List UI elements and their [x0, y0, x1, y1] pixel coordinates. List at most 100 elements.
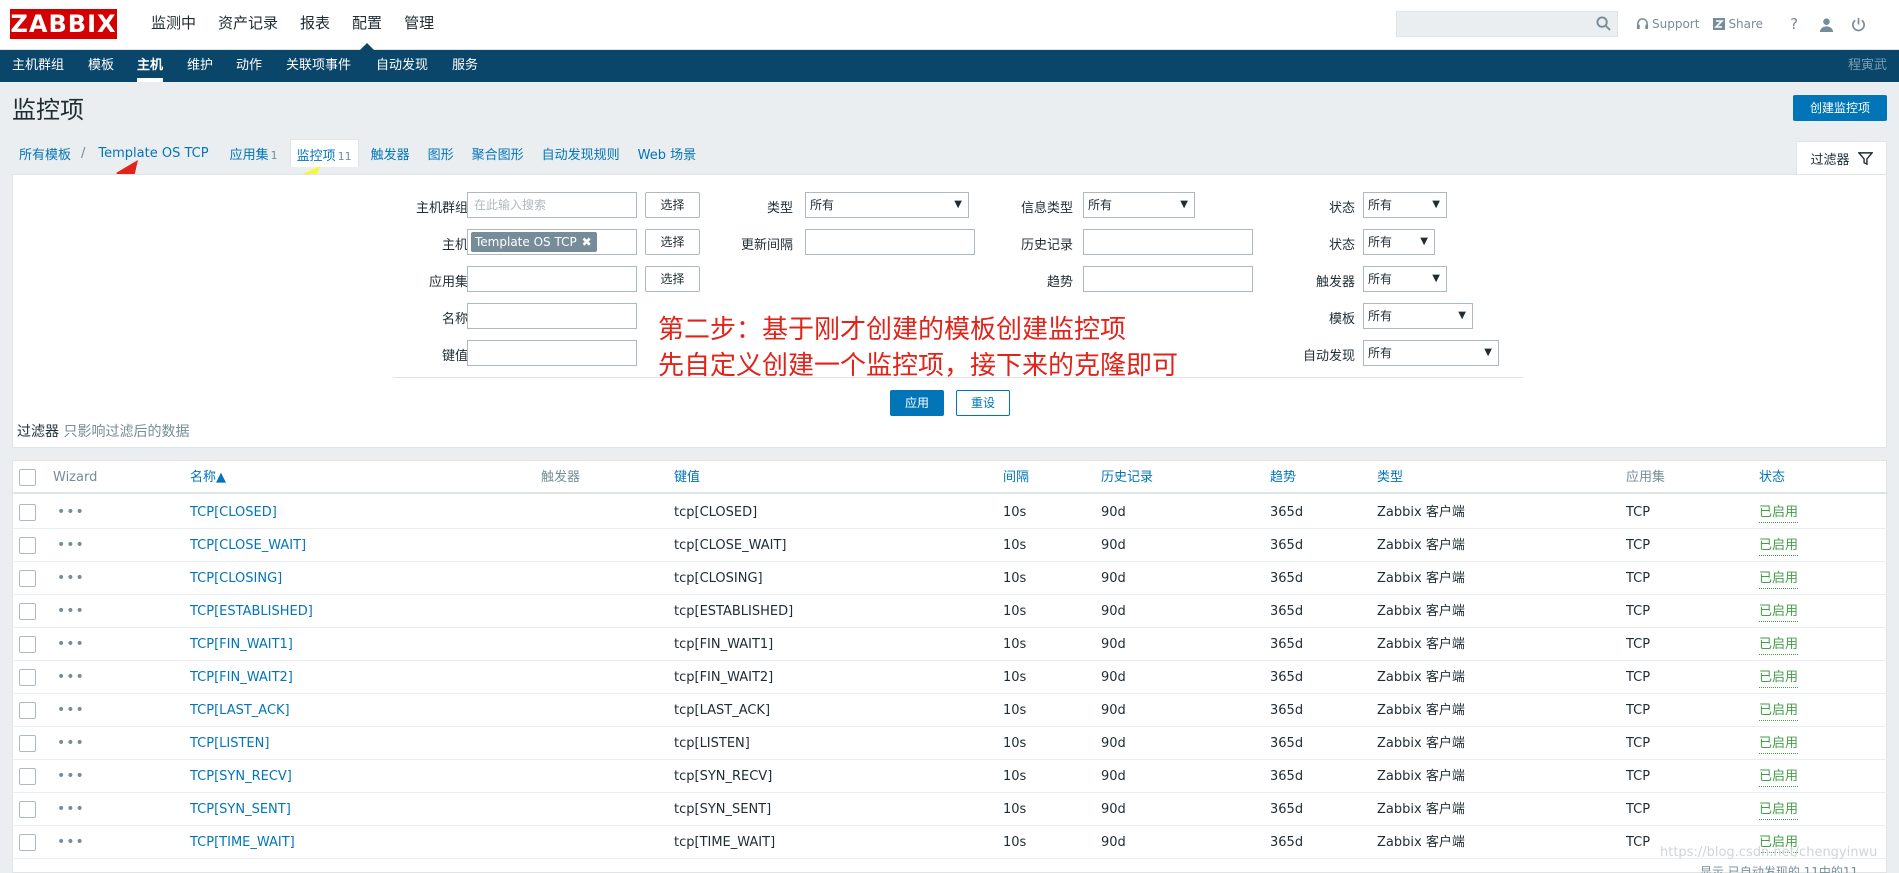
row-checkbox[interactable]: [19, 537, 36, 554]
info-type-label: 信息类型: [1020, 201, 1073, 216]
cell-status[interactable]: 已启用: [1759, 801, 1799, 820]
cell-type: Zabbix 客户端: [1377, 505, 1465, 520]
col-interval[interactable]: 间隔: [1003, 461, 1029, 494]
history-input[interactable]: [1083, 229, 1253, 255]
host-select-button[interactable]: 选择: [645, 229, 700, 255]
table-row: ••• TCP[FIN_WAIT1] tcp[FIN_WAIT1] 10s 90d 365…: [13, 628, 1888, 661]
application-input[interactable]: [467, 266, 637, 292]
template-select[interactable]: 所有 ▼: [1363, 303, 1473, 329]
cell-app: TCP: [1626, 835, 1651, 850]
discovery-select[interactable]: 所有 ▼: [1363, 340, 1499, 366]
interval-input[interactable]: [805, 229, 975, 255]
cell-trends: 365d: [1270, 703, 1304, 718]
cell-status[interactable]: 已启用: [1759, 636, 1799, 655]
cell-name[interactable]: TCP[CLOSED]: [190, 496, 277, 529]
cell-history: 90d: [1101, 604, 1126, 619]
wizard-menu-icon[interactable]: •••: [57, 504, 85, 520]
interval-label: 更新间隔: [740, 238, 793, 253]
cell-name[interactable]: TCP[CLOSING]: [190, 562, 282, 595]
cell-status[interactable]: 已启用: [1759, 669, 1799, 688]
cell-name[interactable]: TCP[CLOSE_WAIT]: [190, 529, 306, 562]
cell-name[interactable]: TCP[SYN_RECV]: [190, 760, 292, 793]
wizard-menu-icon[interactable]: •••: [57, 603, 85, 619]
state-select[interactable]: 所有 ▼: [1363, 229, 1435, 255]
cell-status[interactable]: 已启用: [1759, 702, 1799, 721]
info-type-select[interactable]: 所有 ▼: [1083, 192, 1195, 218]
triggers-select[interactable]: 所有 ▼: [1363, 266, 1447, 292]
cell-type: Zabbix 客户端: [1377, 835, 1465, 850]
cell-history: 90d: [1101, 736, 1126, 751]
type-select[interactable]: 所有 ▼: [805, 192, 969, 218]
annotation-text: 第二步：基于刚才创建的模板创建监控项 先自定义创建一个监控项，接下来的克隆即可: [658, 312, 1178, 384]
wizard-menu-icon[interactable]: •••: [57, 801, 85, 817]
col-wizard: Wizard: [53, 470, 98, 485]
row-checkbox[interactable]: [19, 603, 36, 620]
key-input[interactable]: [467, 340, 637, 366]
wizard-menu-icon[interactable]: •••: [57, 702, 85, 718]
trends-input[interactable]: [1083, 266, 1253, 292]
row-checkbox[interactable]: [19, 570, 36, 587]
wizard-menu-icon[interactable]: •••: [57, 834, 85, 850]
trends-label: 趋势: [1046, 275, 1073, 290]
col-type[interactable]: 类型: [1377, 461, 1403, 494]
cell-name[interactable]: TCP[SYN_SENT]: [190, 793, 291, 826]
cell-name[interactable]: TCP[ESTABLISHED]: [190, 595, 313, 628]
cell-name[interactable]: TCP[LAST_ACK]: [190, 694, 290, 727]
name-input[interactable]: [467, 303, 637, 329]
cell-type: Zabbix 客户端: [1377, 637, 1465, 652]
discovery-label: 自动发现: [1302, 349, 1355, 364]
cell-status[interactable]: 已启用: [1759, 735, 1799, 754]
wizard-menu-icon[interactable]: •••: [57, 669, 85, 685]
chevron-down-icon: ▼: [1432, 199, 1440, 210]
wizard-menu-icon[interactable]: •••: [57, 735, 85, 751]
host-group-select-button[interactable]: 选择: [645, 192, 700, 218]
apply-button[interactable]: 应用: [890, 390, 944, 416]
row-checkbox[interactable]: [19, 669, 36, 686]
cell-key: tcp[SYN_RECV]: [674, 769, 773, 784]
cell-status[interactable]: 已启用: [1759, 603, 1799, 622]
cell-status[interactable]: 已启用: [1759, 570, 1799, 589]
wizard-menu-icon[interactable]: •••: [57, 636, 85, 652]
cell-name[interactable]: TCP[TIME_WAIT]: [190, 826, 295, 859]
col-key[interactable]: 键值: [674, 461, 700, 494]
select-all-checkbox[interactable]: [19, 469, 36, 486]
host-group-input[interactable]: 在此输入搜索: [467, 192, 637, 218]
col-status[interactable]: 状态: [1759, 461, 1785, 494]
row-checkbox[interactable]: [19, 768, 36, 785]
col-name[interactable]: 名称▲: [190, 461, 226, 494]
col-history[interactable]: 历史记录: [1101, 461, 1153, 494]
wizard-menu-icon[interactable]: •••: [57, 768, 85, 784]
triggers-select-value: 所有: [1368, 272, 1393, 286]
cell-app: TCP: [1626, 703, 1651, 718]
cell-status[interactable]: 已启用: [1759, 504, 1799, 523]
cell-status[interactable]: 已启用: [1759, 768, 1799, 787]
cell-app: TCP: [1626, 505, 1651, 520]
cell-status[interactable]: 已启用: [1759, 537, 1799, 556]
cell-name[interactable]: TCP[FIN_WAIT1]: [190, 628, 293, 661]
row-checkbox[interactable]: [19, 636, 36, 653]
cell-app: TCP: [1626, 736, 1651, 751]
chevron-down-icon: ▼: [1420, 236, 1428, 247]
cell-name[interactable]: TCP[LISTEN]: [190, 727, 269, 760]
row-checkbox[interactable]: [19, 735, 36, 752]
row-checkbox[interactable]: [19, 504, 36, 521]
row-checkbox[interactable]: [19, 834, 36, 851]
host-input[interactable]: Template OS TCP ✖: [467, 229, 637, 255]
cell-interval: 10s: [1003, 703, 1027, 718]
application-select-button[interactable]: 选择: [645, 266, 700, 292]
row-checkbox[interactable]: [19, 702, 36, 719]
cell-name[interactable]: TCP[FIN_WAIT2]: [190, 661, 293, 694]
cell-history: 90d: [1101, 835, 1126, 850]
chevron-down-icon: ▼: [1432, 273, 1440, 284]
cell-interval: 10s: [1003, 769, 1027, 784]
reset-button[interactable]: 重设: [956, 390, 1010, 416]
cell-app: TCP: [1626, 802, 1651, 817]
row-checkbox[interactable]: [19, 801, 36, 818]
remove-tag-icon[interactable]: ✖: [582, 232, 592, 252]
filter-toggle[interactable]: 过滤器: [1796, 141, 1887, 174]
status-select[interactable]: 所有 ▼: [1363, 192, 1447, 218]
col-trends[interactable]: 趋势: [1270, 461, 1296, 494]
state-label: 状态: [1328, 238, 1355, 253]
wizard-menu-icon[interactable]: •••: [57, 570, 85, 586]
wizard-menu-icon[interactable]: •••: [57, 537, 85, 553]
